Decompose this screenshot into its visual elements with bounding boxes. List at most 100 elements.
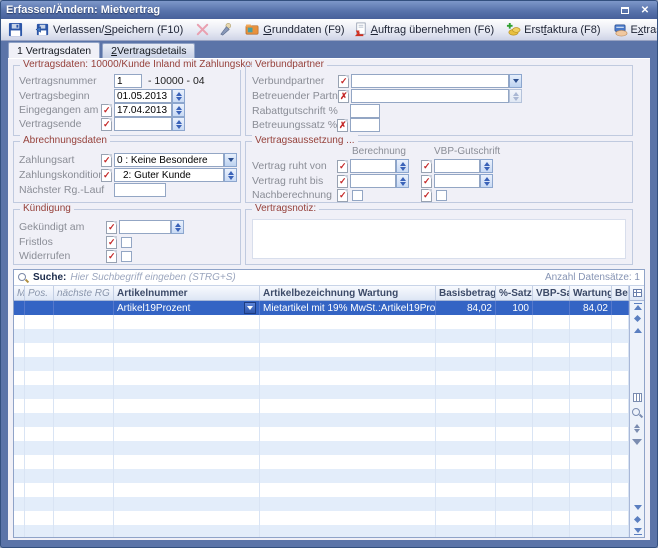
table-row[interactable] <box>14 455 629 469</box>
field-cross-icon[interactable] <box>338 90 349 103</box>
table-row[interactable] <box>14 441 629 455</box>
field-check-icon[interactable] <box>101 169 112 182</box>
delete-button[interactable] <box>191 20 214 39</box>
stamp-button[interactable] <box>214 20 237 39</box>
table-row[interactable] <box>14 497 629 511</box>
save-button[interactable] <box>4 20 27 39</box>
verlassen-speichern-button[interactable]: Verlassen/Speichern (F10) <box>31 20 187 39</box>
vertragsnotiz-textarea[interactable] <box>252 219 626 259</box>
betreuender-partner-spinner[interactable] <box>509 89 522 103</box>
field-check-icon[interactable] <box>337 189 348 202</box>
widerrufen-checkbox[interactable] <box>121 251 132 262</box>
field-check-icon[interactable] <box>338 75 349 88</box>
table-row[interactable] <box>14 525 629 537</box>
scroll-to-top-icon[interactable] <box>633 303 642 311</box>
zahlungsart-dropdown[interactable] <box>224 153 237 167</box>
tab-vertragsdetails[interactable]: 2 Vertragsdetails <box>102 43 195 58</box>
table-row[interactable] <box>14 413 629 427</box>
header-cell[interactable]: Artikelnummer <box>114 286 260 300</box>
zahlungskondition-field[interactable]: 2: Guter Kunde <box>114 168 224 182</box>
ruht-von-vbp-field[interactable] <box>434 159 480 173</box>
field-check-icon[interactable] <box>101 154 112 167</box>
verbundpartner-field[interactable] <box>351 74 509 88</box>
table-row[interactable] <box>14 511 629 525</box>
eingegangen-am-spinner[interactable] <box>172 103 185 117</box>
vertragsbeginn-spinner[interactable] <box>172 89 185 103</box>
gekuendigt-am-spinner[interactable] <box>171 220 184 234</box>
table-row[interactable] <box>14 329 629 343</box>
title-bar[interactable]: Erfassen/Ändern: Mietvertrag ✕ <box>1 1 657 19</box>
verbundpartner-dropdown[interactable] <box>509 74 522 88</box>
page-down-icon[interactable] <box>633 516 640 523</box>
table-row[interactable] <box>14 427 629 441</box>
field-check-icon[interactable] <box>421 189 432 202</box>
erstfaktura-button[interactable]: Erstfaktura (F8) <box>502 20 604 39</box>
extras-button[interactable]: Extras <box>609 20 658 39</box>
header-cell[interactable]: Pos. <box>25 286 54 300</box>
header-cell[interactable]: Wartung € <box>570 286 612 300</box>
ruht-bis-vbp-spinner[interactable] <box>480 174 493 188</box>
vertragsende-spinner[interactable] <box>172 117 185 131</box>
field-check-icon[interactable] <box>101 104 112 117</box>
scroll-up-icon[interactable] <box>633 326 642 334</box>
ruht-bis-berechnung-field[interactable] <box>350 174 396 188</box>
grunddaten-button[interactable]: Grunddaten (F9) <box>241 20 348 39</box>
nachberechnung-berechnung-checkbox[interactable] <box>352 190 363 201</box>
fristlos-checkbox[interactable] <box>121 237 132 248</box>
close-icon[interactable]: ✕ <box>638 4 652 16</box>
header-cell[interactable]: M <box>14 286 25 300</box>
grid-search-icon[interactable] <box>632 408 642 418</box>
header-cell[interactable]: Basisbetrag € <box>436 286 496 300</box>
scroll-to-bottom-icon[interactable] <box>633 527 642 535</box>
eingegangen-am-field[interactable] <box>114 103 172 117</box>
header-cell[interactable]: nächste RG <box>54 286 114 300</box>
field-check-icon[interactable] <box>421 175 432 188</box>
filter-icon[interactable] <box>632 439 642 445</box>
field-check-icon[interactable] <box>337 160 348 173</box>
table-row[interactable] <box>14 315 629 329</box>
sort-icon[interactable] <box>634 424 640 433</box>
table-row[interactable] <box>14 385 629 399</box>
search-input[interactable] <box>70 271 541 285</box>
vertragsende-field[interactable] <box>114 117 172 131</box>
table-row[interactable] <box>14 371 629 385</box>
field-check-icon[interactable] <box>106 221 117 234</box>
vertragsnummer-field[interactable] <box>114 74 142 88</box>
field-check-icon[interactable] <box>101 118 112 131</box>
ruht-von-berechnung-field[interactable] <box>350 159 396 173</box>
header-cell[interactable]: VBP-Satz <box>533 286 570 300</box>
scroll-down-icon[interactable] <box>633 504 642 512</box>
ruht-von-berechnung-spinner[interactable] <box>396 159 409 173</box>
table-row[interactable] <box>14 357 629 371</box>
table-row[interactable] <box>14 469 629 483</box>
tab-vertragsdaten[interactable]: 1 Vertragsdaten <box>8 42 100 58</box>
zahlungsart-combobox[interactable]: 0 : Keine Besondere <box>114 153 224 167</box>
field-check-icon[interactable] <box>337 175 348 188</box>
nachberechnung-vbp-checkbox[interactable] <box>436 190 447 201</box>
table-row[interactable] <box>14 483 629 497</box>
ruht-bis-berechnung-spinner[interactable] <box>396 174 409 188</box>
artikelnummer-dropdown[interactable] <box>244 302 256 314</box>
header-cell[interactable]: Artikelbezeichnung Wartung <box>260 286 436 300</box>
ruht-von-vbp-spinner[interactable] <box>480 159 493 173</box>
vertragsbeginn-field[interactable] <box>114 89 172 103</box>
restore-icon[interactable] <box>618 4 632 16</box>
column-menu-button[interactable] <box>630 286 644 301</box>
gekuendigt-am-field[interactable] <box>119 220 171 234</box>
field-check-icon[interactable] <box>106 236 117 249</box>
column-settings-icon[interactable] <box>633 393 642 402</box>
ruht-bis-vbp-field[interactable] <box>434 174 480 188</box>
zahlungskondition-spinner[interactable] <box>224 168 237 182</box>
table-row-selected[interactable]: Artikel19ProzentMietartikel mit 19% MwSt… <box>14 301 629 315</box>
auftrag-uebernehmen-button[interactable]: Auftrag übernehmen (F6) <box>349 20 499 39</box>
header-cell[interactable]: Betre <box>612 286 629 300</box>
field-check-icon[interactable] <box>106 250 117 263</box>
field-cross-icon[interactable] <box>337 119 348 132</box>
betreuender-partner-field[interactable] <box>351 89 509 103</box>
table-row[interactable] <box>14 343 629 357</box>
rabattgutschrift-field[interactable] <box>350 104 380 118</box>
betreuungssatz-field[interactable] <box>350 118 380 132</box>
page-up-icon[interactable] <box>633 315 640 322</box>
table-row[interactable] <box>14 399 629 413</box>
header-cell[interactable]: %-Satz <box>496 286 533 300</box>
